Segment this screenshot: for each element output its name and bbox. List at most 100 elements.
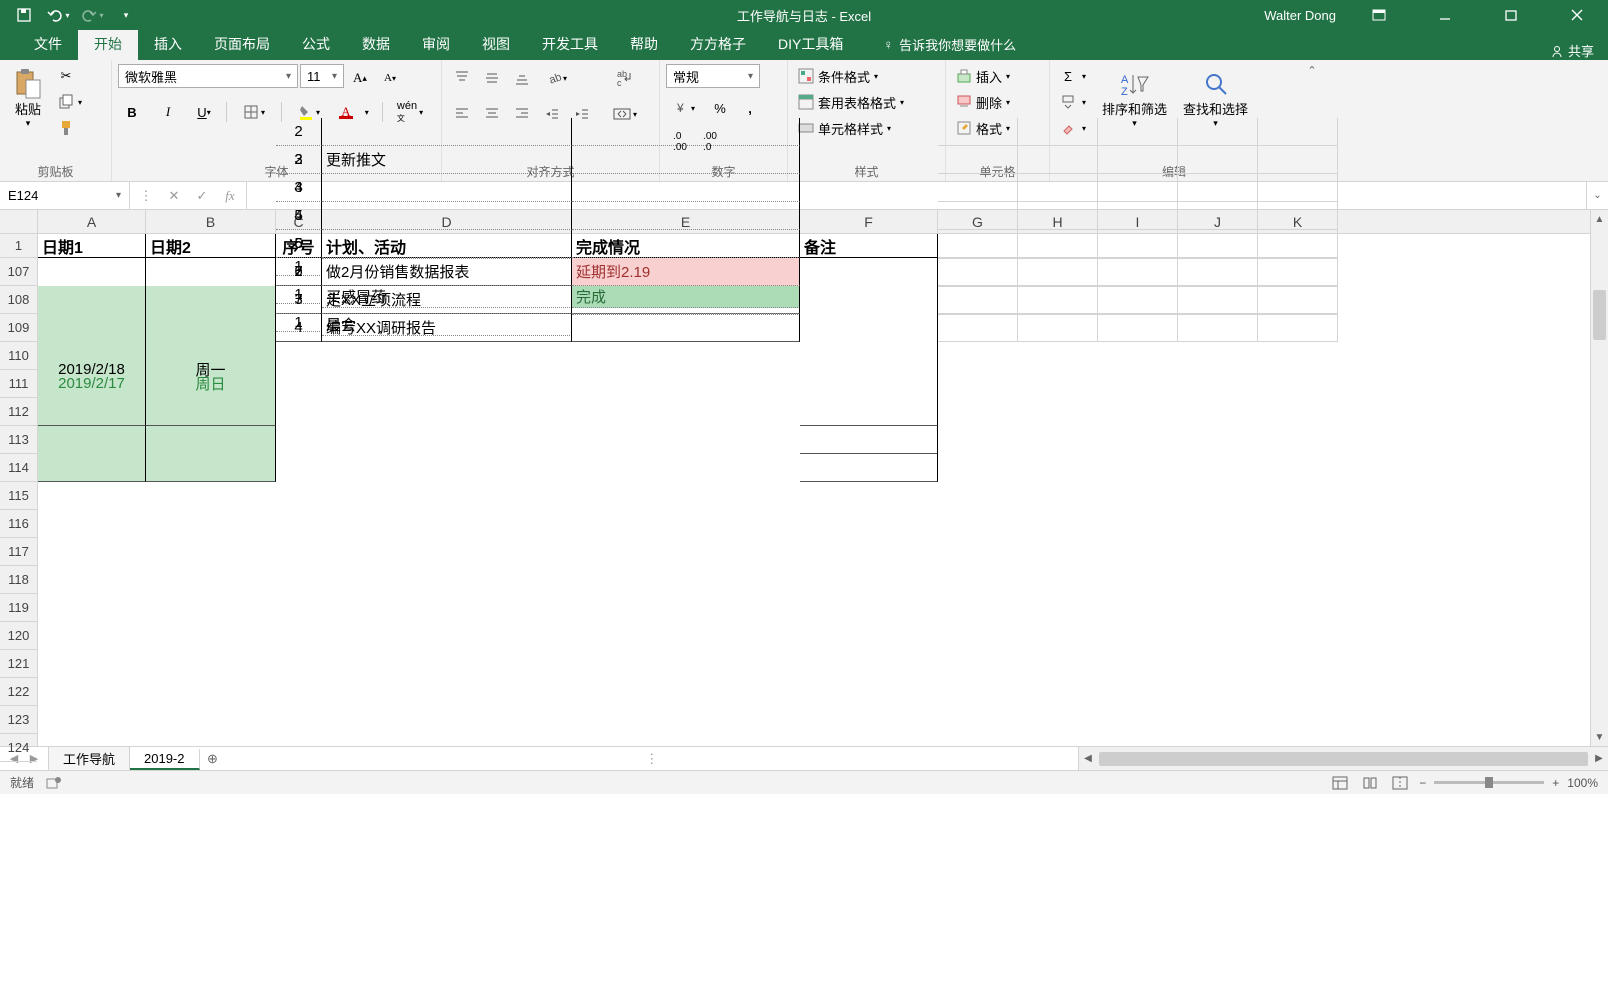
cell[interactable] xyxy=(322,202,572,230)
ribbon-tab-方方格子[interactable]: 方方格子 xyxy=(674,28,762,60)
copy-button[interactable]: ▾ xyxy=(54,90,86,114)
ribbon-tab-公式[interactable]: 公式 xyxy=(286,28,346,60)
cell[interactable] xyxy=(572,202,800,230)
row-header-110[interactable]: 110 xyxy=(0,342,37,370)
scroll-up-button[interactable]: ▲ xyxy=(1591,210,1608,228)
fill-button[interactable]: ▾ xyxy=(1056,90,1090,114)
cell[interactable] xyxy=(938,258,1018,286)
cell[interactable] xyxy=(1178,230,1258,258)
cell[interactable]: 更新推文 xyxy=(322,146,572,174)
row-header-117[interactable]: 117 xyxy=(0,538,37,566)
number-format-combo[interactable]: 常规▾ xyxy=(666,64,760,88)
ribbon-display-options[interactable] xyxy=(1356,0,1402,30)
cell[interactable] xyxy=(1178,314,1258,342)
cell[interactable]: 编写XX调研报告 xyxy=(322,314,572,342)
font-size-combo[interactable]: 11▾ xyxy=(300,64,344,88)
tell-me-search[interactable]: ♀告诉我你想要做什么 xyxy=(873,29,1026,60)
increase-font-button[interactable]: A▴ xyxy=(346,64,374,92)
row-header-112[interactable]: 112 xyxy=(0,398,37,426)
font-name-combo[interactable]: 微软雅黑▾ xyxy=(118,64,298,88)
cell[interactable] xyxy=(1258,286,1338,314)
zoom-out-button[interactable]: − xyxy=(1419,776,1426,790)
sheet-tab-2019-2[interactable]: 2019-2 xyxy=(130,749,199,770)
tab-scroll-divider[interactable]: ⋮ xyxy=(226,747,1079,770)
save-button[interactable] xyxy=(10,3,38,27)
row-header-115[interactable]: 115 xyxy=(0,482,37,510)
format-painter-button[interactable] xyxy=(54,116,86,140)
cell[interactable] xyxy=(322,174,572,202)
bold-button[interactable]: B xyxy=(118,98,146,126)
cancel-formula-button[interactable]: ✕ xyxy=(162,185,186,207)
cell[interactable]: 3 xyxy=(276,174,322,202)
cell[interactable] xyxy=(572,314,800,342)
align-bottom-button[interactable] xyxy=(508,64,536,92)
cell[interactable] xyxy=(938,230,1018,258)
sheet-tab-工作导航[interactable]: 工作导航 xyxy=(49,747,130,770)
cell[interactable] xyxy=(1258,230,1338,258)
row-header-116[interactable]: 116 xyxy=(0,510,37,538)
cell[interactable] xyxy=(1178,118,1258,146)
row-header-118[interactable]: 118 xyxy=(0,566,37,594)
conditional-format-button[interactable]: 条件格式▾ xyxy=(794,64,882,88)
cell[interactable]: 周一 xyxy=(146,314,276,426)
cell[interactable] xyxy=(1098,202,1178,230)
row-header-124[interactable]: 124 xyxy=(0,734,37,762)
row-header-108[interactable]: 108 xyxy=(0,286,37,314)
row-header-121[interactable]: 121 xyxy=(0,650,37,678)
cell[interactable]: 2 xyxy=(276,258,322,286)
select-all-corner[interactable] xyxy=(0,210,38,234)
cell[interactable]: 3 xyxy=(276,286,322,314)
v-scroll-thumb[interactable] xyxy=(1593,290,1606,340)
cell[interactable] xyxy=(1258,258,1338,286)
orientation-button[interactable]: ab▾ xyxy=(538,64,576,92)
cell[interactable] xyxy=(1178,146,1258,174)
ribbon-tab-插入[interactable]: 插入 xyxy=(138,28,198,60)
cell[interactable] xyxy=(938,286,1018,314)
row-header-123[interactable]: 123 xyxy=(0,706,37,734)
align-middle-button[interactable] xyxy=(478,64,506,92)
qat-customize[interactable]: ▾ xyxy=(112,3,140,27)
col-header-A[interactable]: A xyxy=(38,210,146,233)
close-button[interactable] xyxy=(1554,0,1600,30)
cell[interactable]: 2019/2/18 xyxy=(38,314,146,426)
cell[interactable] xyxy=(938,202,1018,230)
cells-area[interactable]: 日期1日期2序号计划、活动完成情况备注2019/2/16周六1234567201… xyxy=(38,234,1590,746)
cell[interactable] xyxy=(938,118,1018,146)
decrease-font-button[interactable]: A▾ xyxy=(376,64,404,92)
ribbon-tab-数据[interactable]: 数据 xyxy=(346,28,406,60)
cell[interactable] xyxy=(938,146,1018,174)
cell[interactable] xyxy=(1178,286,1258,314)
zoom-level[interactable]: 100% xyxy=(1567,776,1598,790)
user-name[interactable]: Walter Dong xyxy=(1264,8,1336,23)
paste-button[interactable]: 粘贴 ▾ xyxy=(6,64,50,133)
cell[interactable] xyxy=(1178,258,1258,286)
share-button[interactable]: 共享 xyxy=(1550,41,1594,60)
cell[interactable] xyxy=(1178,202,1258,230)
cell[interactable] xyxy=(938,174,1018,202)
cell[interactable] xyxy=(1258,174,1338,202)
add-sheet-button[interactable]: ⊕ xyxy=(200,747,226,770)
normal-view-button[interactable] xyxy=(1329,774,1351,792)
align-top-button[interactable] xyxy=(448,64,476,92)
ribbon-tab-开始[interactable]: 开始 xyxy=(78,28,138,60)
zoom-in-button[interactable]: + xyxy=(1552,776,1559,790)
cell[interactable]: 2 xyxy=(276,118,322,146)
horizontal-scrollbar[interactable]: ◀ ▶ xyxy=(1078,747,1608,770)
cell[interactable] xyxy=(1018,314,1098,342)
scroll-left-button[interactable]: ◀ xyxy=(1079,747,1097,770)
insert-cells-button[interactable]: 插入▾ xyxy=(952,64,1014,88)
ribbon-tab-帮助[interactable]: 帮助 xyxy=(614,28,674,60)
ribbon-tab-开发工具[interactable]: 开发工具 xyxy=(526,28,614,60)
zoom-thumb[interactable] xyxy=(1485,777,1493,788)
ribbon-tab-DIY工具箱[interactable]: DIY工具箱 xyxy=(762,28,859,60)
delete-cells-button[interactable]: 删除▾ xyxy=(952,90,1014,114)
cell[interactable] xyxy=(1098,230,1178,258)
cell[interactable] xyxy=(1018,286,1098,314)
scroll-right-button[interactable]: ▶ xyxy=(1590,747,1608,770)
cell[interactable] xyxy=(1258,314,1338,342)
undo-button[interactable]: ▾ xyxy=(44,3,72,27)
cell[interactable]: 日期2 xyxy=(146,234,276,258)
h-scroll-thumb[interactable] xyxy=(1099,752,1588,766)
autosum-button[interactable]: Σ▾ xyxy=(1056,64,1090,88)
more-functions-button[interactable]: ⋮ xyxy=(134,185,158,207)
